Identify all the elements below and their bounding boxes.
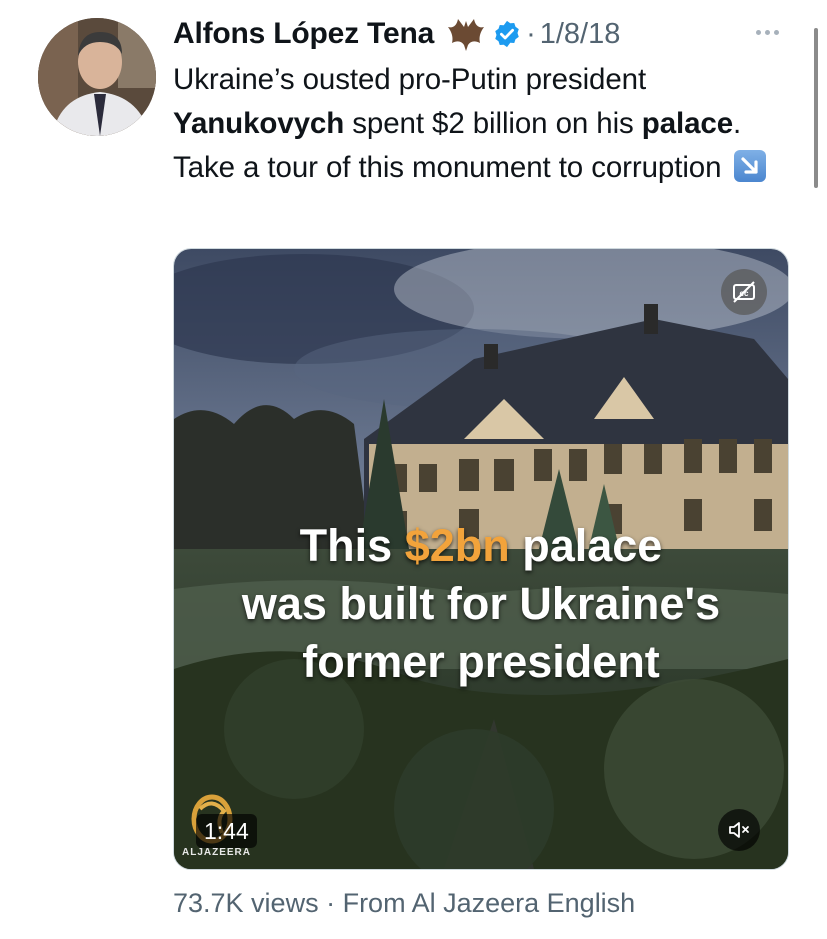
volume-muted-icon[interactable] — [718, 809, 760, 851]
caption-text: palace — [509, 520, 663, 571]
caption-line-2: was built for Ukraine's — [241, 578, 721, 629]
video-duration: 1:44 — [196, 814, 257, 848]
caption-text: This — [299, 520, 405, 571]
header-separator: · — [526, 17, 536, 50]
caption-line-3: former president — [302, 636, 660, 687]
view-count: 73.7K views — [173, 888, 319, 918]
video-caption: This $2bn palace was built for Ukraine's… — [174, 517, 788, 691]
author-avatar[interactable] — [38, 18, 156, 136]
caption-line-1: This $2bn palace — [174, 517, 788, 575]
tweet-text-part: spent $2 billion on his — [344, 107, 642, 140]
verified-badge-icon[interactable] — [492, 19, 522, 49]
tweet-text: Ukraine’s ousted pro-Putin president Yan… — [173, 58, 793, 190]
bat-emoji-icon — [446, 15, 486, 53]
avatar-photo — [38, 18, 156, 136]
tweet-header: Alfons López Tena · 1/8/18 — [173, 14, 620, 54]
more-horizontal-icon[interactable] — [750, 22, 784, 42]
scrollbar[interactable] — [814, 28, 818, 188]
tweet-text-part: Ukraine’s ousted pro-Putin president — [173, 63, 647, 96]
tweet-footer: 73.7K views · From Al Jazeera English — [173, 888, 635, 919]
arrow-down-right-emoji-icon — [733, 150, 766, 182]
aljazeera-logo-text: ALJAZEERA — [182, 847, 252, 858]
tweet-text-bold: Yanukovych — [173, 107, 345, 140]
video-source-link[interactable]: From Al Jazeera English — [343, 888, 636, 918]
author-name[interactable]: Alfons López Tena — [173, 17, 434, 51]
video-player[interactable]: This $2bn palace was built for Ukraine's… — [173, 248, 789, 870]
footer-separator: · — [318, 888, 343, 918]
closed-captions-off-icon[interactable]: cc — [721, 269, 767, 315]
tweet-date[interactable]: 1/8/18 — [540, 18, 621, 51]
caption-highlight: $2bn — [404, 520, 510, 571]
tweet-text-bold: palace — [641, 107, 734, 140]
